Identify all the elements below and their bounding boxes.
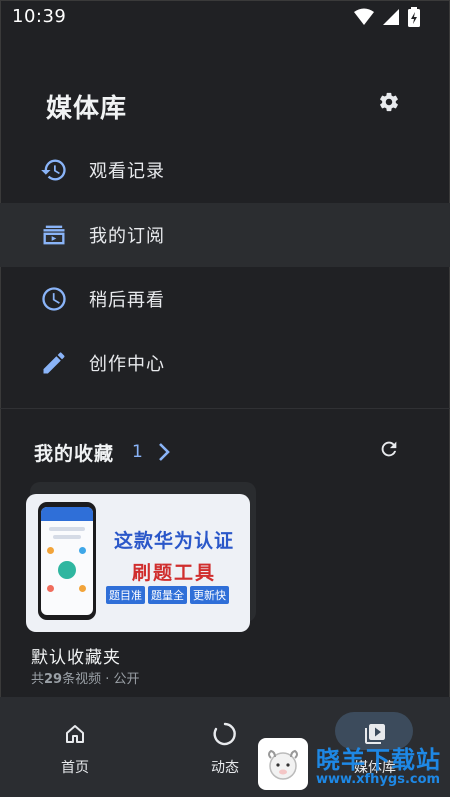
clock-icon [38, 283, 70, 315]
menu-item-history[interactable]: 观看记录 [0, 138, 450, 202]
wifi-icon [354, 8, 374, 26]
section-divider [0, 408, 450, 409]
loading-ring-icon [210, 719, 240, 749]
refresh-icon [378, 438, 400, 464]
favorites-header[interactable]: 我的收藏 1 [34, 437, 171, 467]
battery-charging-icon [408, 7, 420, 27]
phone-screen-line [49, 527, 85, 531]
phone-screen-line [53, 535, 81, 539]
status-bar: 10:39 [0, 0, 450, 34]
folder-meta: 共29条视频 · 公开 [31, 668, 140, 687]
gear-icon [378, 91, 400, 117]
phone-screen-dot [47, 547, 54, 554]
refresh-button[interactable] [375, 437, 403, 465]
chevron-right-icon [157, 442, 171, 462]
menu-item-creator-center[interactable]: 创作中心 [0, 331, 450, 395]
menu-item-label: 观看记录 [89, 161, 165, 182]
folder-meta-suffix: 条视频 · 公开 [62, 672, 140, 687]
watermark-url: www.xfhygs.com [316, 772, 441, 787]
thumbnail-tag: 更新快 [190, 586, 229, 604]
menu-item-watch-later[interactable]: 稍后再看 [0, 267, 450, 331]
menu-item-label: 创作中心 [89, 354, 165, 375]
thumbnail-subheadline: 刷题工具 [131, 562, 216, 584]
nav-tab-home[interactable]: 首页 [0, 697, 150, 797]
page-title: 媒体库 [46, 94, 128, 124]
phone-screen [41, 507, 93, 615]
phone-illustration [38, 502, 96, 620]
subscriptions-icon [38, 219, 70, 251]
phone-screen-dot [79, 585, 86, 592]
menu-item-subscriptions[interactable]: 我的订阅 [0, 203, 450, 267]
folder-meta-prefix: 共 [31, 672, 45, 687]
sheep-logo-icon [258, 738, 308, 790]
nav-tab-label: 首页 [61, 760, 89, 776]
thumbnail-tag: 题目准 [106, 586, 145, 604]
pencil-icon [38, 347, 70, 379]
folder-thumbnail[interactable]: 这款华为认证 刷题工具 题目准 题量全 更新快 [26, 494, 250, 632]
thumbnail-headline: 这款华为认证 [113, 530, 234, 552]
favorites-title: 我的收藏 [34, 442, 115, 465]
thumbnail-tags: 题目准 题量全 更新快 [106, 586, 229, 604]
folder-video-count: 29 [44, 672, 63, 687]
phone-screen-circle [58, 561, 76, 579]
history-icon [38, 154, 70, 186]
menu-item-label: 我的订阅 [89, 226, 165, 247]
phone-screen-dot [47, 585, 54, 592]
status-icons [354, 7, 420, 27]
watermark: 晓羊下载站 www.xfhygs.com [258, 738, 448, 794]
favorites-count: 1 [132, 442, 143, 462]
thumbnail-tag: 题量全 [148, 586, 187, 604]
signal-icon [382, 8, 400, 26]
folder-name[interactable]: 默认收藏夹 [31, 643, 121, 668]
watermark-title: 晓羊下载站 [316, 746, 441, 774]
phone-screen-header [41, 507, 93, 521]
menu-item-label: 稍后再看 [89, 290, 165, 311]
status-time: 10:39 [12, 6, 67, 27]
settings-button[interactable] [374, 89, 404, 119]
phone-screen-dot [79, 547, 86, 554]
home-icon [60, 719, 90, 749]
